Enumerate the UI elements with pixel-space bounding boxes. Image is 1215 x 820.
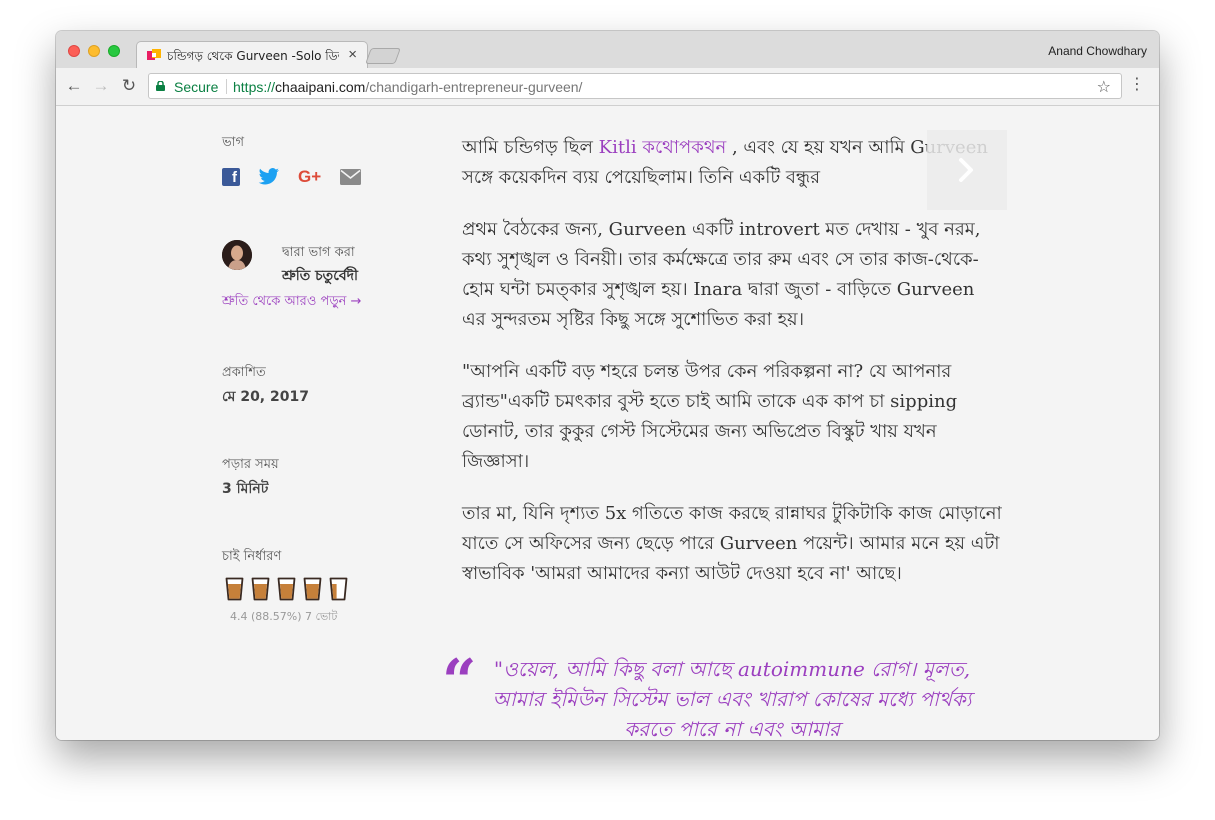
bookmark-star-icon[interactable]: ☆ [1097,77,1111,97]
rating-text: 4.4 (88.57%) 7 ভোট [230,610,338,623]
rating-cup-icon[interactable] [225,577,244,601]
published-date: মে 20, 2017 [222,389,309,405]
rating-cup-icon[interactable] [277,577,296,601]
page-content: ভাগ f G+ দ্বারা ভাগ করা শ্রুতি চতুর্বেদী… [56,106,1159,740]
rating-cups[interactable] [225,577,348,601]
tab-title: চন্ডিগড় থেকে Gurveen -Solo ডিজাইনার [167,49,339,63]
author-name[interactable]: শ্রুতি চতুর্বেদী [282,264,358,288]
url-text[interactable]: https://chaaipani.com/chandigarh-entrepr… [233,79,582,95]
browser-tab[interactable]: চন্ডিগড় থেকে Gurveen -Solo ডিজাইনার × [136,41,368,68]
rating-cup-icon[interactable] [329,577,348,601]
avatar-portrait-icon [222,240,252,270]
url-scheme: https:// [233,79,276,95]
avatar[interactable] [222,240,252,270]
more-from-author-link[interactable]: শ্রুতি থেকে আরও পড়ুন → [222,292,361,313]
article-paragraph-1: আমি চন্ডিগড় ছিল Kitli কথোপকথন , এবং যে … [462,133,1002,193]
rating-cup-icon[interactable] [251,577,270,601]
browser-toolbar: ← → ↻ Secure https://chaaipani.com/chand… [56,68,1159,106]
window-close-button[interactable] [68,45,80,57]
share-label: ভাগ [222,135,244,150]
email-icon[interactable] [340,169,361,185]
address-divider [226,79,227,94]
window-minimize-button[interactable] [88,45,100,57]
chevron-right-icon [959,158,973,182]
next-article-button[interactable] [927,130,1007,210]
facebook-icon[interactable]: f [222,168,240,186]
article-body: আমি চন্ডিগড় ছিল Kitli কথোপকথন , এবং যে … [462,133,1002,611]
forward-arrow-icon[interactable]: → [92,77,110,95]
address-bar[interactable]: Secure https://chaaipani.com/chandigarh-… [148,73,1122,99]
pull-quote-text: "ওয়েল, আমি কিছু বলা আছে autoimmune রোগ।… [492,657,972,740]
rating-cup-icon[interactable] [303,577,322,601]
site-favicon-icon [147,49,161,60]
article-paragraph-2: প্রথম বৈঠকের জন্য, Gurveen একটি introver… [462,219,981,330]
back-arrow-icon[interactable]: ← [65,77,83,95]
browser-window: চন্ডিগড় থেকে Gurveen -Solo ডিজাইনার × A… [56,31,1159,740]
new-tab-button[interactable] [365,48,401,64]
read-time: 3 মিনিট [222,481,269,497]
p1-text-before: আমি চন্ডিগড় ছিল [462,137,599,158]
secure-label: Secure [174,79,219,95]
quote-mark-icon: “ [442,647,477,717]
twitter-icon[interactable] [258,168,280,186]
reload-icon[interactable]: ↻ [120,77,138,95]
url-host: chaaipani.com [275,79,366,95]
browser-menu-icon[interactable]: ⋮ [1129,75,1145,95]
kitli-link[interactable]: Kitli কথোপকথন [599,137,727,158]
shared-by-label: দ্বারা ভাগ করা [282,245,355,260]
article-paragraph-4: তার মা, যিনি দৃশ্যত 5x গতিতে কাজ করছে রা… [462,503,1002,584]
rating-label: চাই নির্ধারণ [222,549,282,564]
published-label: প্রকাশিত [222,365,266,380]
url-path: /chandigarh-entrepreneur-gurveen/ [365,79,583,95]
tab-close-icon[interactable]: × [348,46,357,63]
window-maximize-button[interactable] [108,45,120,57]
title-bar: চন্ডিগড় থেকে Gurveen -Solo ডিজাইনার × A… [56,31,1159,68]
article-paragraph-3: "আপনি একটি বড় শহরে চলন্ত উপর কেন পরিকল্… [462,361,958,472]
read-time-label: পড়ার সময় [222,457,279,472]
lock-icon [156,81,165,91]
share-icons: f G+ [222,168,361,186]
profile-name[interactable]: Anand Chowdhary [1048,44,1147,58]
google-plus-icon[interactable]: G+ [298,168,322,186]
